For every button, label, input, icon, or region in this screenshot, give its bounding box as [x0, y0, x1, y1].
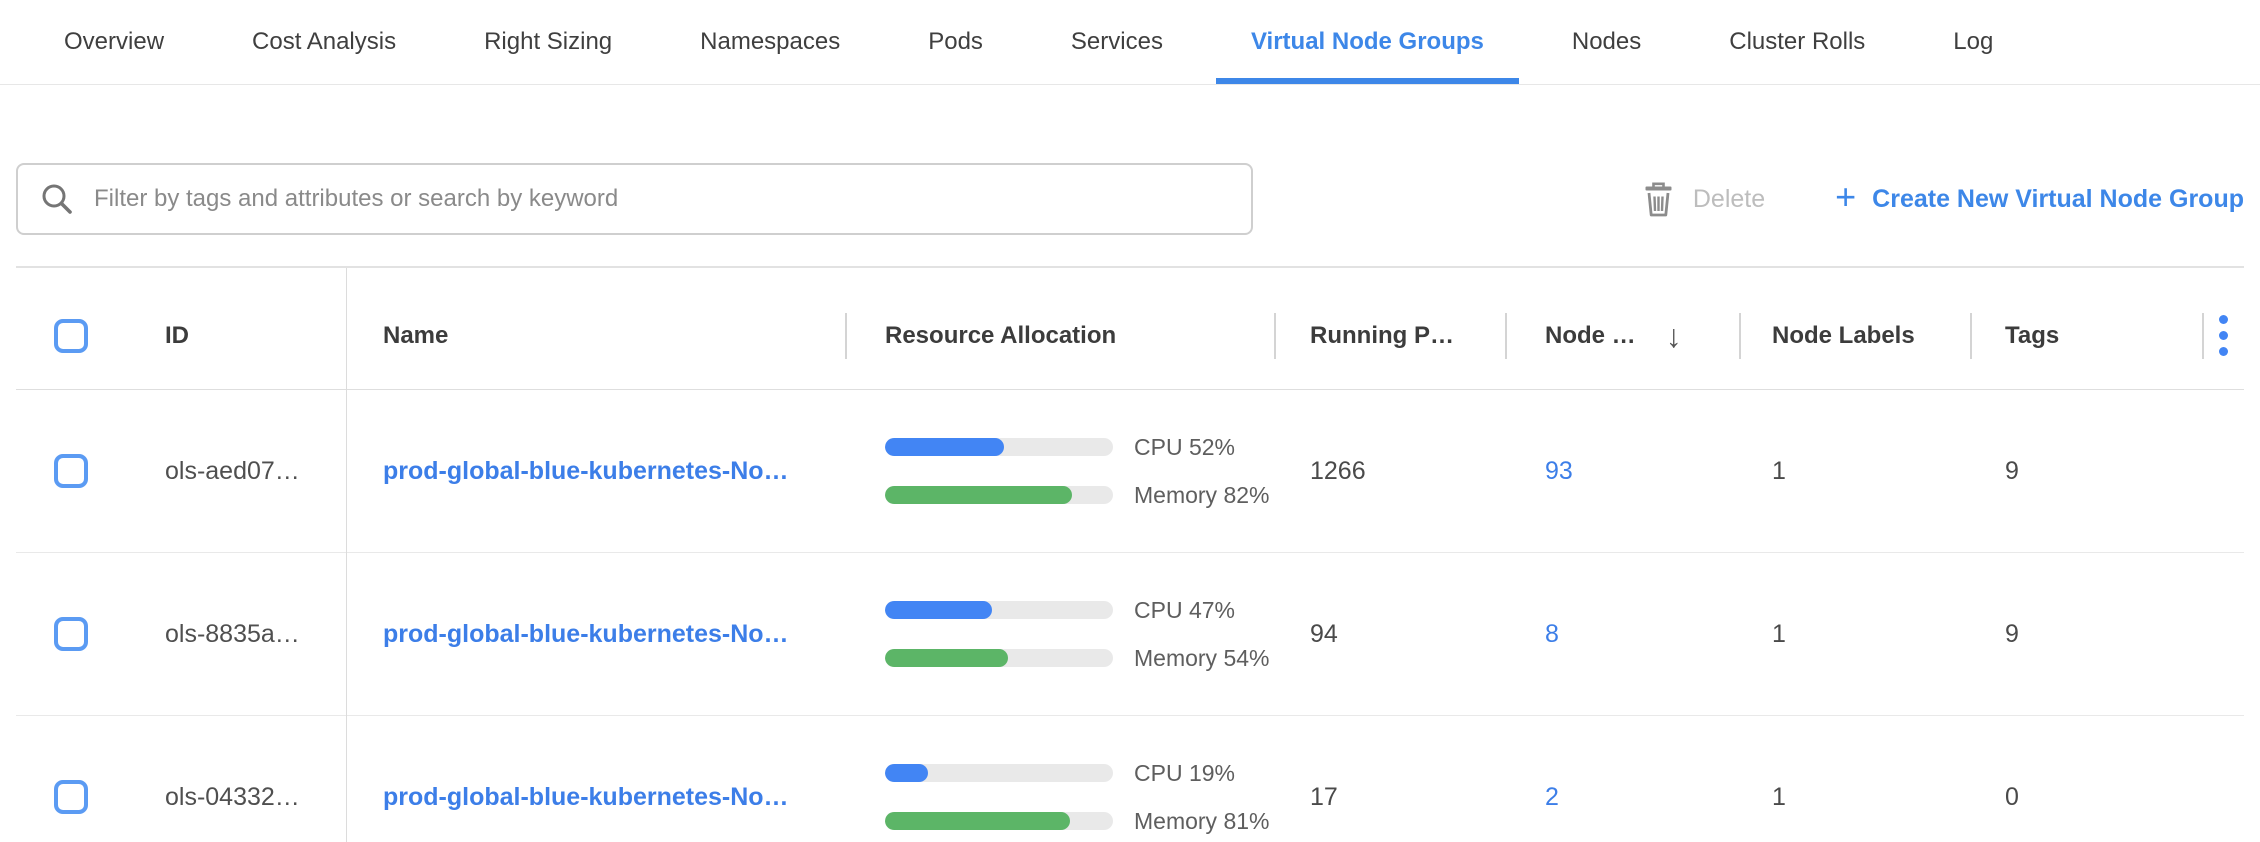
toolbar: Delete + Create New Virtual Node Group: [16, 163, 2244, 235]
row-select-cell: [16, 617, 146, 651]
column-header-nodes-label: Node …: [1545, 322, 1636, 350]
tags-count: 0: [1970, 783, 2202, 812]
nodes-count-cell: 93: [1505, 457, 1739, 486]
toolbar-actions: Delete + Create New Virtual Node Group: [1642, 181, 2244, 218]
column-settings-button[interactable]: [2202, 282, 2244, 389]
tab-overview[interactable]: Overview: [20, 0, 208, 84]
column-header-name-label: Name: [383, 322, 448, 350]
resource-allocation-cell: CPU 52% Memory 82%: [845, 434, 1274, 509]
cpu-usage-bar: [885, 764, 1113, 782]
column-header-node-labels-label: Node Labels: [1772, 322, 1915, 350]
tab-log[interactable]: Log: [1909, 0, 2037, 84]
row-checkbox[interactable]: [54, 454, 88, 488]
tab-cluster-rolls[interactable]: Cluster Rolls: [1685, 0, 1909, 84]
row-select-cell: [16, 454, 146, 488]
cpu-usage-label: CPU 52%: [1134, 434, 1235, 461]
nodes-count-link[interactable]: 93: [1545, 457, 1573, 485]
memory-usage-bar: [885, 812, 1113, 830]
select-all-cell: [16, 282, 146, 389]
create-button-label: Create New Virtual Node Group: [1872, 185, 2244, 214]
resource-allocation-cell: CPU 47% Memory 54%: [845, 597, 1274, 672]
tab-cost-analysis[interactable]: Cost Analysis: [208, 0, 440, 84]
cpu-usage-bar-fill: [885, 438, 1004, 456]
tags-count: 9: [1970, 457, 2202, 486]
column-header-tags-label: Tags: [2005, 322, 2059, 350]
tab-bar: Overview Cost Analysis Right Sizing Name…: [0, 0, 2260, 85]
trash-icon: [1642, 181, 1675, 218]
delete-button[interactable]: Delete: [1642, 181, 1765, 218]
cpu-usage-bar-fill: [885, 764, 928, 782]
tab-pods[interactable]: Pods: [884, 0, 1027, 84]
name-link[interactable]: prod-global-blue-kubernetes-No…: [346, 620, 845, 649]
node-labels-count: 1: [1739, 620, 1970, 649]
nodes-count-cell: 2: [1505, 783, 1739, 812]
cpu-usage-label: CPU 19%: [1134, 760, 1235, 787]
tab-namespaces[interactable]: Namespaces: [656, 0, 884, 84]
column-header-node-labels[interactable]: Node Labels: [1739, 282, 1970, 389]
delete-button-label: Delete: [1693, 185, 1765, 214]
memory-usage-bar-fill: [885, 486, 1072, 504]
create-virtual-node-group-button[interactable]: + Create New Virtual Node Group: [1835, 181, 2244, 217]
column-header-running-pods-label: Running P…: [1310, 322, 1454, 350]
table-row: ols-04332… prod-global-blue-kubernetes-N…: [16, 716, 2244, 842]
tags-count: 9: [1970, 620, 2202, 649]
node-labels-count: 1: [1739, 457, 1970, 486]
name-link[interactable]: prod-global-blue-kubernetes-No…: [346, 457, 845, 486]
column-header-resource-allocation[interactable]: Resource Allocation: [845, 282, 1274, 389]
table-row: ols-8835a… prod-global-blue-kubernetes-N…: [16, 553, 2244, 716]
column-header-nodes[interactable]: Node … ↓: [1505, 282, 1739, 389]
column-header-running-pods[interactable]: Running P…: [1274, 282, 1505, 389]
kebab-icon: [2202, 315, 2244, 356]
tab-right-sizing[interactable]: Right Sizing: [440, 0, 656, 84]
row-select-cell: [16, 780, 146, 814]
memory-usage-label: Memory 81%: [1134, 808, 1269, 835]
cpu-usage-bar: [885, 601, 1113, 619]
filter-search-box: [16, 163, 1253, 235]
virtual-node-groups-table: ID Name Resource Allocation Running P… N…: [16, 266, 2244, 842]
plus-icon: +: [1835, 179, 1856, 215]
cpu-usage-bar: [885, 438, 1113, 456]
nodes-count-link[interactable]: 2: [1545, 783, 1559, 811]
resource-allocation-cell: CPU 19% Memory 81%: [845, 760, 1274, 835]
sort-descending-icon[interactable]: ↓: [1666, 320, 1682, 352]
memory-usage-bar-fill: [885, 649, 1008, 667]
nodes-count-cell: 8: [1505, 620, 1739, 649]
column-header-name[interactable]: Name: [346, 282, 845, 389]
nodes-count-link[interactable]: 8: [1545, 620, 1559, 648]
column-header-id[interactable]: ID: [146, 282, 346, 389]
memory-usage-bar: [885, 486, 1113, 504]
memory-usage-bar-fill: [885, 812, 1070, 830]
cpu-usage-label: CPU 47%: [1134, 597, 1235, 624]
row-id: ols-8835a…: [146, 620, 346, 649]
kebab-dot: [2219, 315, 2228, 324]
select-all-checkbox[interactable]: [54, 319, 88, 353]
kebab-dot: [2219, 347, 2228, 356]
table-header-row: ID Name Resource Allocation Running P… N…: [16, 268, 2244, 390]
name-link[interactable]: prod-global-blue-kubernetes-No…: [346, 783, 845, 812]
memory-usage-label: Memory 82%: [1134, 482, 1269, 509]
kebab-dot: [2219, 331, 2228, 340]
row-id: ols-aed07…: [146, 457, 346, 486]
tab-services[interactable]: Services: [1027, 0, 1207, 84]
cpu-usage-bar-fill: [885, 601, 992, 619]
table-row: ols-aed07… prod-global-blue-kubernetes-N…: [16, 390, 2244, 553]
memory-usage-bar: [885, 649, 1113, 667]
row-checkbox[interactable]: [54, 617, 88, 651]
row-checkbox[interactable]: [54, 780, 88, 814]
tab-virtual-node-groups[interactable]: Virtual Node Groups: [1207, 0, 1528, 84]
node-labels-count: 1: [1739, 783, 1970, 812]
running-pods-count: 94: [1274, 620, 1505, 649]
search-icon: [40, 182, 74, 216]
column-header-id-label: ID: [165, 322, 189, 350]
running-pods-count: 1266: [1274, 457, 1505, 486]
memory-usage-label: Memory 54%: [1134, 645, 1269, 672]
column-header-resource-label: Resource Allocation: [885, 322, 1116, 350]
column-header-tags[interactable]: Tags: [1970, 282, 2202, 389]
running-pods-count: 17: [1274, 783, 1505, 812]
filter-search-input[interactable]: [94, 185, 1229, 213]
row-id: ols-04332…: [146, 783, 346, 812]
tab-nodes[interactable]: Nodes: [1528, 0, 1685, 84]
